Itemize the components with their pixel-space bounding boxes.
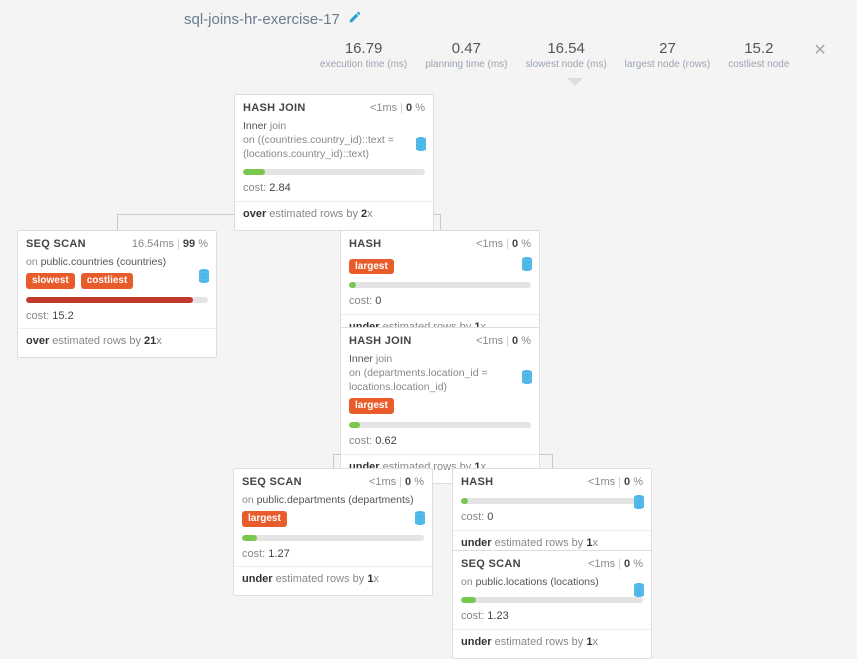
cost-bar [242, 535, 424, 541]
node-title: SEQ SCAN [242, 475, 302, 490]
metric-costliest: 15.2 costliest node [728, 40, 789, 70]
metric-largest-value: 27 [625, 40, 711, 57]
node-title: SEQ SCAN [26, 237, 86, 252]
node-estimate: under estimated rows by 1x [461, 635, 643, 650]
node-hash-bottom[interactable]: HASH <1ms|0 % cost: 0 under estimated ro… [452, 468, 652, 560]
node-header: HASH <1ms|0 % [349, 237, 531, 252]
node-desc: Inner join on ((countries.country_id)::t… [243, 119, 425, 162]
metric-plan: 0.47 planning time (ms) [425, 40, 507, 70]
node-header: SEQ SCAN 16.54ms|99 % [26, 237, 208, 252]
database-icon[interactable] [521, 370, 533, 389]
metric-exec-value: 16.79 [320, 40, 407, 57]
database-icon[interactable] [415, 137, 427, 156]
node-stats: <1ms|0 % [588, 475, 643, 490]
connector [440, 214, 441, 230]
slowest-badge: slowest [26, 273, 75, 289]
cost-bar [461, 597, 643, 603]
close-icon[interactable]: ✕ [807, 40, 832, 60]
node-cost: cost: 0 [349, 294, 531, 309]
node-stats: 16.54ms|99 % [132, 237, 208, 252]
cost-bar [26, 297, 208, 303]
page-title: sql-joins-hr-exercise-17 [184, 11, 340, 28]
node-seq-scan-locations[interactable]: SEQ SCAN <1ms|0 % on public.locations (l… [452, 550, 652, 659]
cost-bar [243, 169, 425, 175]
node-header: HASH JOIN <1ms|0 % [349, 334, 531, 349]
node-stats: <1ms|0 % [369, 475, 424, 490]
metric-slowest: 16.54 slowest node (ms) [526, 40, 607, 70]
cost-bar [461, 498, 643, 504]
connector [552, 454, 553, 468]
database-icon[interactable] [521, 257, 533, 276]
badge-row: slowest costliest [26, 269, 208, 289]
metric-slowest-value: 16.54 [526, 40, 607, 57]
node-stats: <1ms|0 % [588, 557, 643, 572]
node-title: HASH [461, 475, 493, 490]
connector [333, 454, 334, 468]
badge-row: largest [349, 394, 531, 414]
node-desc: on public.countries (countries) [26, 255, 208, 269]
node-cost: cost: 1.27 [242, 547, 424, 562]
node-title: HASH JOIN [349, 334, 412, 349]
node-desc: on public.locations (locations) [461, 575, 643, 589]
node-header: HASH JOIN <1ms|0 % [243, 101, 425, 116]
node-hash-join-root[interactable]: HASH JOIN <1ms|0 % Inner join on ((count… [234, 94, 434, 231]
node-cost: cost: 0 [461, 510, 643, 525]
largest-badge: largest [349, 259, 394, 275]
node-seq-scan-countries[interactable]: SEQ SCAN 16.54ms|99 % on public.countrie… [17, 230, 217, 358]
metric-largest-label: largest node (rows) [625, 59, 711, 70]
metric-largest: 27 largest node (rows) [625, 40, 711, 70]
node-cost: cost: 2.84 [243, 181, 425, 196]
database-icon[interactable] [633, 583, 645, 602]
node-header: HASH <1ms|0 % [461, 475, 643, 490]
metric-plan-value: 0.47 [425, 40, 507, 57]
edit-title-icon[interactable] [348, 10, 362, 28]
metric-costliest-label: costliest node [728, 59, 789, 70]
node-desc: Inner join on (departments.location_id =… [349, 352, 531, 395]
node-seq-scan-departments[interactable]: SEQ SCAN <1ms|0 % on public.departments … [233, 468, 433, 596]
node-header: SEQ SCAN <1ms|0 % [461, 557, 643, 572]
node-stats: <1ms|0 % [476, 237, 531, 252]
metric-exec-label: execution time (ms) [320, 59, 407, 70]
cost-bar [349, 282, 531, 288]
node-estimate: under estimated rows by 1x [242, 572, 424, 587]
largest-badge: largest [349, 398, 394, 414]
node-stats: <1ms|0 % [476, 334, 531, 349]
cost-bar [349, 422, 531, 428]
node-cost: cost: 15.2 [26, 309, 208, 324]
node-title: HASH JOIN [243, 101, 306, 116]
node-estimate: under estimated rows by 1x [461, 536, 643, 551]
costliest-badge: costliest [81, 273, 134, 289]
node-header: SEQ SCAN <1ms|0 % [242, 475, 424, 490]
metrics-bar: 16.79 execution time (ms) 0.47 planning … [320, 40, 837, 70]
badge-row: largest [242, 507, 424, 527]
database-icon[interactable] [633, 495, 645, 514]
node-title: SEQ SCAN [461, 557, 521, 572]
node-stats: <1ms|0 % [370, 101, 425, 116]
metrics-pointer-icon [567, 78, 583, 86]
connector [117, 214, 118, 230]
node-estimate: over estimated rows by 2x [243, 207, 425, 222]
metric-plan-label: planning time (ms) [425, 59, 507, 70]
badge-row: largest [349, 255, 531, 275]
largest-badge: largest [242, 511, 287, 527]
page-title-row: sql-joins-hr-exercise-17 [184, 10, 362, 28]
node-cost: cost: 1.23 [461, 609, 643, 624]
database-icon[interactable] [198, 269, 210, 288]
node-estimate: over estimated rows by 21x [26, 334, 208, 349]
node-title: HASH [349, 237, 381, 252]
metric-slowest-label: slowest node (ms) [526, 59, 607, 70]
node-hash-join-inner[interactable]: HASH JOIN <1ms|0 % Inner join on (depart… [340, 327, 540, 484]
metric-costliest-value: 15.2 [728, 40, 789, 57]
metric-exec: 16.79 execution time (ms) [320, 40, 407, 70]
node-desc: on public.departments (departments) [242, 493, 424, 507]
database-icon[interactable] [414, 511, 426, 530]
node-cost: cost: 0.62 [349, 434, 531, 449]
